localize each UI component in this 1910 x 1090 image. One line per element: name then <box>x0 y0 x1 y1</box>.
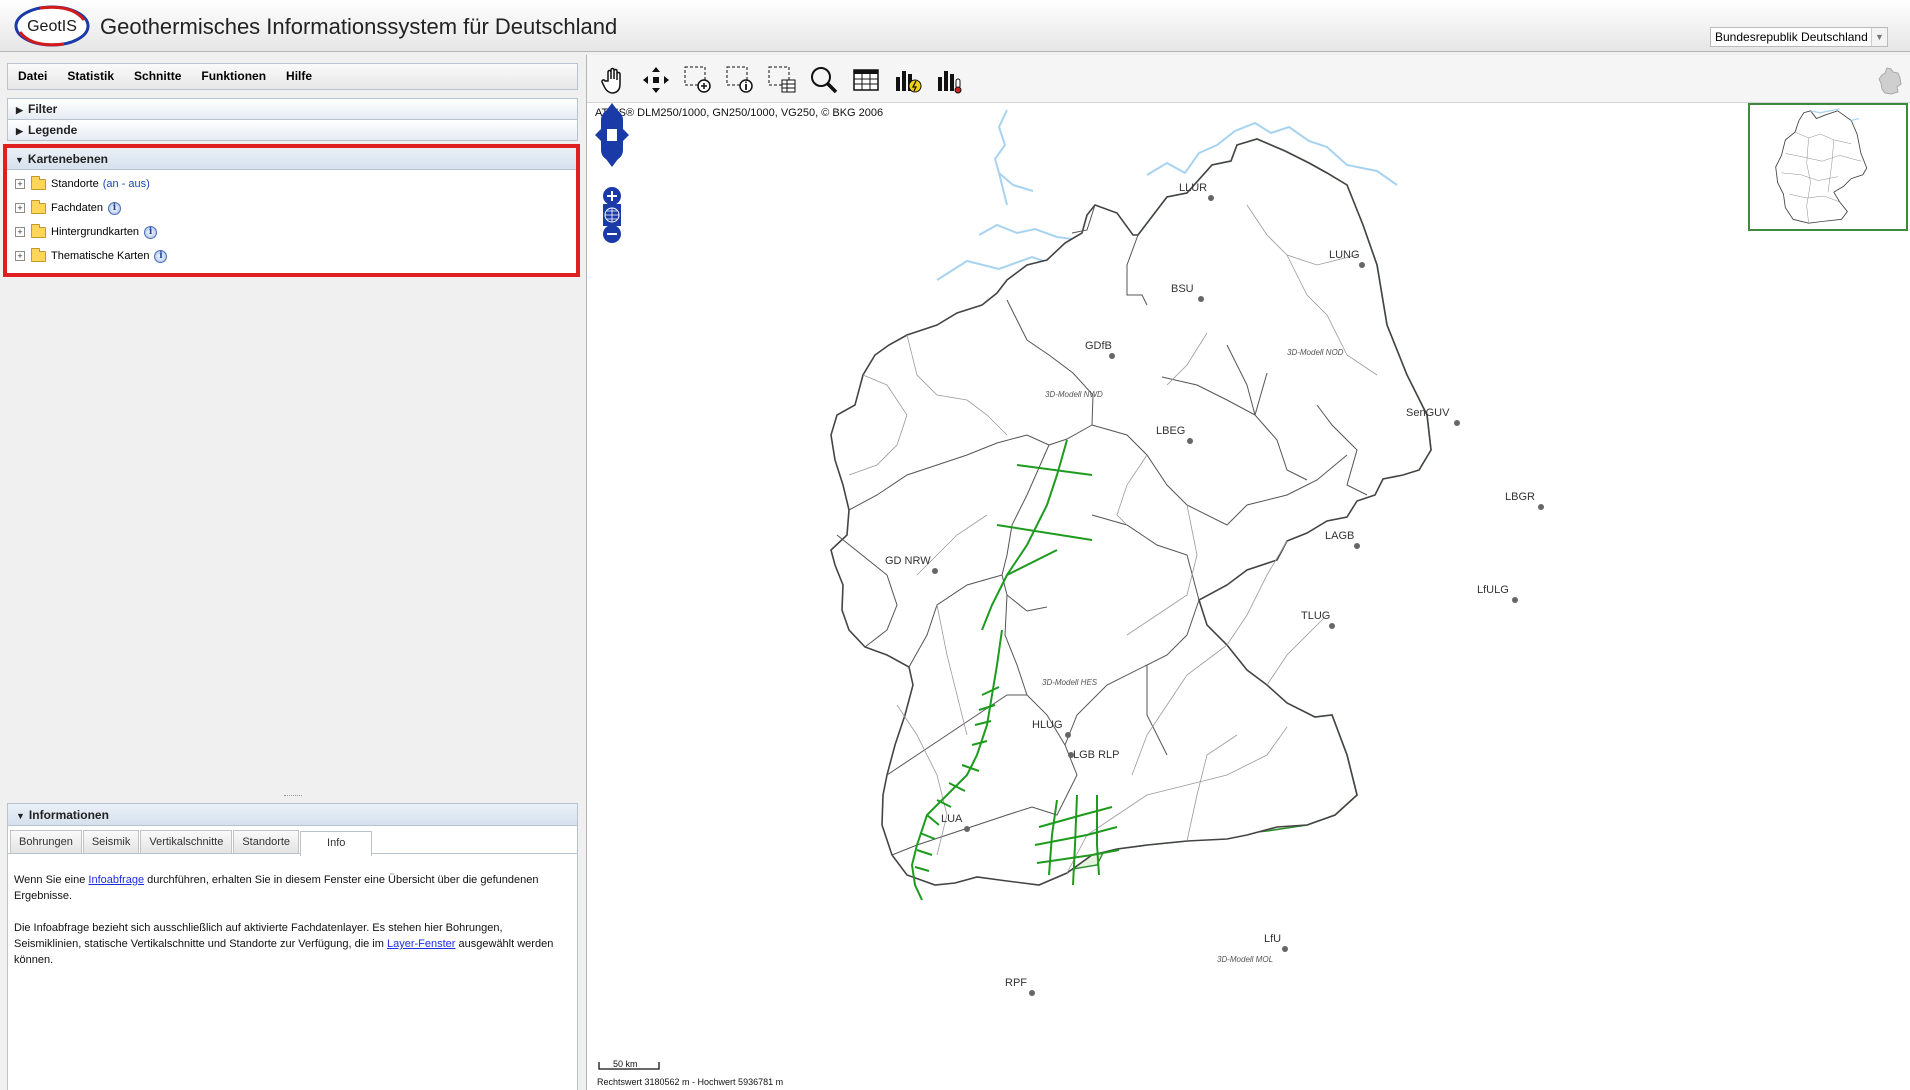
layer-window-link[interactable]: Layer-Fenster <box>387 938 455 950</box>
tab-bohrungen[interactable]: Bohrungen <box>10 830 82 853</box>
tab-standorte[interactable]: Standorte <box>233 830 300 853</box>
info-icon[interactable]: i <box>144 225 158 239</box>
location-lfulg: LfULG <box>1477 584 1518 603</box>
folder-icon <box>31 199 46 214</box>
menu-bar: Datei Statistik Schnitte Funktionen Hilfe <box>7 63 578 90</box>
caret-right-icon: ▶ <box>16 126 23 136</box>
location-lbgr: LBGR <box>1505 491 1544 510</box>
chevron-down-icon[interactable]: ▼ <box>1871 28 1887 46</box>
tree-label[interactable]: Standorte <box>51 178 99 190</box>
filter-panel-header[interactable]: ▶ Filter <box>7 98 578 120</box>
zoom-in-icon[interactable] <box>603 187 621 205</box>
location-lgb-rlp: LGB RLP <box>1068 749 1119 761</box>
caret-right-icon: ▶ <box>16 105 23 115</box>
tree-label[interactable]: Hintergrundkarten <box>51 226 139 238</box>
tree-item-standorte: + Standorte (an - aus) <box>7 172 576 196</box>
geotis-logo: GeotIS <box>14 5 90 47</box>
caret-down-icon: ▼ <box>15 155 24 165</box>
information-label: Informationen <box>28 808 109 822</box>
caret-down-icon: ▼ <box>16 811 25 821</box>
model-label-mol: 3D-Modell MOL <box>1217 955 1273 964</box>
svg-text:LBGR: LBGR <box>1505 491 1535 503</box>
legend-label: Legende <box>28 123 78 137</box>
panel-splitter-handle[interactable] <box>284 795 302 797</box>
menu-schnitte[interactable]: Schnitte <box>124 64 191 89</box>
info-icon[interactable]: i <box>154 249 168 263</box>
tree-item-fachdaten: + Fachdaten i <box>7 196 576 220</box>
region-dropdown[interactable]: Bundesrepublik Deutschland ▼ <box>1710 27 1888 47</box>
page-title: Geothermisches Informationssystem für De… <box>100 14 618 39</box>
tree-item-hintergrundkarten: + Hintergrundkarten i <box>7 220 576 244</box>
svg-text:SenGUV: SenGUV <box>1406 407 1450 419</box>
svg-text:LfULG: LfULG <box>1477 584 1509 596</box>
globe-icon[interactable] <box>603 204 621 226</box>
filter-label: Filter <box>28 102 58 116</box>
info-tabs: Bohrungen Seismik Vertikalschnitte Standort… <box>8 826 577 856</box>
scale-label: 50 km <box>613 1059 638 1069</box>
svg-text:LBEG: LBEG <box>1156 425 1185 437</box>
overview-map[interactable] <box>1748 103 1908 231</box>
location-lfu: LfU <box>1264 933 1288 952</box>
tree-label[interactable]: Thematische Karten <box>51 250 149 262</box>
location-rpf: RPF <box>1005 977 1035 996</box>
infoabfrage-link[interactable]: Infoabfrage <box>88 874 144 886</box>
toggle-on-off-link[interactable]: (an - aus) <box>103 178 150 190</box>
layers-panel: ▼ Kartenebenen + Standorte (an - aus) + F… <box>3 144 580 277</box>
menu-statistik[interactable]: Statistik <box>57 64 124 89</box>
app-header: GeotIS Geothermisches Informationssystem… <box>0 0 1910 52</box>
svg-text:LUNG: LUNG <box>1329 249 1360 261</box>
tab-info[interactable]: Info <box>300 831 373 856</box>
info-icon[interactable]: i <box>107 201 121 215</box>
info-paragraph-1: Wenn Sie eine Infoabfrage durchführen, e… <box>14 874 539 902</box>
svg-text:TLUG: TLUG <box>1301 610 1330 622</box>
information-panel: ▼ Informationen Bohrungen Seismik Vertikals… <box>7 803 578 1090</box>
menu-funktionen[interactable]: Funktionen <box>191 64 276 89</box>
expand-icon[interactable]: + <box>15 227 25 237</box>
zoom-out-icon[interactable] <box>603 225 621 243</box>
region-dropdown-value: Bundesrepublik Deutschland <box>1715 30 1868 44</box>
menu-hilfe[interactable]: Hilfe <box>276 64 322 89</box>
expand-icon[interactable]: + <box>15 179 25 189</box>
svg-text:LGB RLP: LGB RLP <box>1073 749 1119 761</box>
tab-vertikalschnitte[interactable]: Vertikalschnitte <box>140 830 233 853</box>
svg-text:LfU: LfU <box>1264 933 1281 945</box>
svg-text:LAGB: LAGB <box>1325 530 1354 542</box>
folder-icon <box>31 247 46 262</box>
svg-text:HLUG: HLUG <box>1032 719 1063 731</box>
tree-label[interactable]: Fachdaten <box>51 202 103 214</box>
svg-text:GDfB: GDfB <box>1085 340 1112 352</box>
left-sidebar: Datei Statistik Schnitte Funktionen Hilfe ▶ F… <box>0 55 582 1090</box>
location-lagb: LAGB <box>1325 530 1360 549</box>
model-label-nwd: 3D-Modell NWD <box>1045 390 1103 399</box>
information-panel-header[interactable]: ▼ Informationen <box>8 804 577 826</box>
folder-icon <box>31 175 46 190</box>
svg-text:RPF: RPF <box>1005 977 1027 989</box>
menu-datei[interactable]: Datei <box>8 64 57 89</box>
location-tlug: TLUG <box>1301 610 1335 629</box>
layers-label: Kartenebenen <box>27 152 108 166</box>
map-area: ATKIS® DLM250/1000, GN250/1000, VG250, ©… <box>586 55 1910 1090</box>
info-paragraph-2: Die Infoabfrage bezieht sich ausschließl… <box>14 922 554 966</box>
coordinate-readout: Rechtswert 3180562 m - Hochwert 5936781 … <box>597 1077 784 1087</box>
tab-seismik[interactable]: Seismik <box>82 830 140 853</box>
tree-item-thematische-karten: + Thematische Karten i <box>7 244 576 268</box>
svg-text:GD NRW: GD NRW <box>885 555 931 567</box>
layers-panel-header[interactable]: ▼ Kartenebenen <box>7 148 576 170</box>
svg-text:GeotIS: GeotIS <box>27 18 77 35</box>
svg-text:LUA: LUA <box>941 813 963 825</box>
expand-icon[interactable]: + <box>15 251 25 261</box>
svg-text:LLUR: LLUR <box>1179 182 1207 194</box>
expand-icon[interactable]: + <box>15 203 25 213</box>
folder-icon <box>31 223 46 238</box>
legend-panel-header[interactable]: ▶ Legende <box>7 119 578 141</box>
model-label-hes: 3D-Modell HES <box>1042 678 1098 687</box>
svg-text:BSU: BSU <box>1171 283 1194 295</box>
germany-map[interactable]: 3D-Modell NOD 3D-Modell NWD 3D-Modell HE… <box>587 55 1910 1090</box>
model-label-nod: 3D-Modell NOD <box>1287 348 1344 357</box>
info-body: Wenn Sie eine Infoabfrage durchführen, e… <box>8 854 577 968</box>
navigation-arrows-icon[interactable] <box>595 103 629 167</box>
